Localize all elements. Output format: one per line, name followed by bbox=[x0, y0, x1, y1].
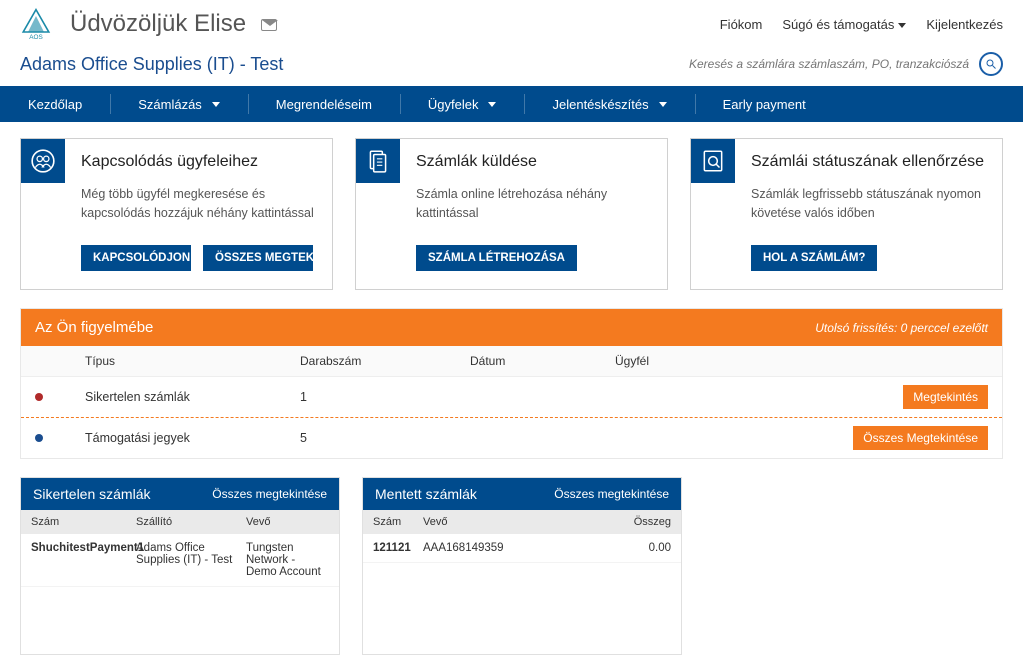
row-count: 5 bbox=[300, 431, 470, 445]
logo: AOS bbox=[20, 8, 52, 40]
widget-failed-cols: Szám Szállító Vevő bbox=[21, 510, 339, 534]
where-is-invoice-button[interactable]: HOL A SZÁMLÁM? bbox=[751, 245, 877, 271]
col-client: Ügyfél bbox=[615, 354, 848, 368]
col-count: Darabszám bbox=[300, 354, 470, 368]
nav-early-label: Early payment bbox=[723, 97, 806, 112]
info-cards: Kapcsolódás ügyfeleihez Még több ügyfél … bbox=[20, 138, 1003, 290]
logout-link[interactable]: Kijelentkezés bbox=[926, 17, 1003, 32]
create-invoice-button[interactable]: SZÁMLA LÉTREHOZÁSA bbox=[416, 245, 577, 271]
row-type: Támogatási jegyek bbox=[85, 431, 300, 445]
card-send-desc: Számla online létrehozása néhány kattint… bbox=[416, 185, 651, 223]
widget-saved-cols: Szám Vevő Összeg bbox=[363, 510, 681, 534]
cell-amount: 0.00 bbox=[611, 542, 671, 554]
main-nav: Kezdőlap Számlázás Megrendeléseim Ügyfel… bbox=[0, 86, 1023, 122]
nav-customers[interactable]: Ügyfelek bbox=[400, 86, 525, 122]
col-num: Szám bbox=[373, 516, 423, 528]
subheader: Adams Office Supplies (IT) - Test bbox=[0, 48, 1023, 86]
nav-reporting[interactable]: Jelentéskészítés bbox=[524, 86, 694, 122]
card-send-title: Számlák küldése bbox=[416, 153, 651, 171]
card-status-desc: Számlák legfrissebb státuszának nyomon k… bbox=[751, 185, 986, 223]
col-buyer: Vevő bbox=[246, 516, 329, 528]
status-dot-icon bbox=[35, 434, 43, 442]
my-account-link[interactable]: Fiókom bbox=[720, 17, 763, 32]
col-num: Szám bbox=[31, 516, 136, 528]
chevron-down-icon bbox=[212, 102, 220, 107]
widget-saved-invoices: Mentett számlák Összes megtekintése Szám… bbox=[362, 477, 682, 655]
status-icon bbox=[691, 139, 735, 183]
widget-failed-invoices: Sikertelen számlák Összes megtekintése S… bbox=[20, 477, 340, 655]
nav-customers-label: Ügyfelek bbox=[428, 97, 479, 112]
attention-row: Sikertelen számlák 1 Megtekintés bbox=[21, 377, 1002, 418]
connect-now-button[interactable]: KAPCSOLÓDJON MOST bbox=[81, 245, 191, 271]
nav-invoicing-label: Számlázás bbox=[138, 97, 202, 112]
invoice-icon bbox=[356, 139, 400, 183]
status-dot-icon bbox=[35, 393, 43, 401]
col-date: Dátum bbox=[470, 354, 615, 368]
chevron-down-icon bbox=[898, 23, 906, 28]
widget-saved-title: Mentett számlák bbox=[375, 486, 477, 502]
help-label: Súgó és támogatás bbox=[782, 17, 894, 32]
cell-num: 121121 bbox=[373, 542, 423, 554]
search-button[interactable] bbox=[979, 52, 1003, 76]
search-input[interactable] bbox=[689, 53, 969, 76]
row-type: Sikertelen számlák bbox=[85, 390, 300, 404]
welcome-text: Üdvözöljük Elise bbox=[70, 10, 277, 38]
nav-orders-label: Megrendeléseim bbox=[276, 97, 372, 112]
col-type: Típus bbox=[85, 354, 300, 368]
view-all-button[interactable]: Összes Megtekintése bbox=[853, 426, 988, 450]
col-supplier: Szállító bbox=[136, 516, 246, 528]
cell-supplier: Adams Office Supplies (IT) - Test bbox=[136, 542, 246, 578]
cell-buyer: Tungsten Network - Demo Account bbox=[246, 542, 329, 578]
attention-updated: Utolsó frissítés: 0 perccel ezelőtt bbox=[815, 321, 988, 335]
mail-icon[interactable] bbox=[261, 19, 277, 31]
nav-reporting-label: Jelentéskészítés bbox=[552, 97, 648, 112]
widget-saved-all-link[interactable]: Összes megtekintése bbox=[554, 487, 669, 501]
search-icon bbox=[985, 58, 997, 70]
view-all-connections-button[interactable]: ÖSSZES MEGTEKINTÉSE bbox=[203, 245, 313, 271]
nav-invoicing[interactable]: Számlázás bbox=[110, 86, 248, 122]
cell-num: ShuchitestPayment1 bbox=[31, 542, 136, 578]
users-icon bbox=[21, 139, 65, 183]
header: AOS Üdvözöljük Elise Fiókom Súgó és támo… bbox=[0, 0, 1023, 48]
widget-failed-all-link[interactable]: Összes megtekintése bbox=[212, 487, 327, 501]
table-row[interactable]: 121121 AAA168149359 0.00 bbox=[363, 534, 681, 563]
table-row[interactable]: ShuchitestPayment1 Adams Office Supplies… bbox=[21, 534, 339, 587]
col-buyer: Vevő bbox=[423, 516, 611, 528]
card-status: Számlái státuszának ellenőrzése Számlák … bbox=[690, 138, 1003, 290]
help-support-link[interactable]: Súgó és támogatás bbox=[782, 17, 906, 32]
card-connect-title: Kapcsolódás ügyfeleihez bbox=[81, 153, 316, 171]
card-connect-desc: Még több ügyfél megkeresése és kapcsolód… bbox=[81, 185, 316, 223]
svg-text:AOS: AOS bbox=[29, 34, 43, 40]
col-amount: Összeg bbox=[611, 516, 671, 528]
attention-row: Támogatási jegyek 5 Összes Megtekintése bbox=[21, 418, 1002, 458]
widgets-row: Sikertelen számlák Összes megtekintése S… bbox=[20, 477, 1003, 655]
view-button[interactable]: Megtekintés bbox=[903, 385, 988, 409]
nav-orders[interactable]: Megrendeléseim bbox=[248, 86, 400, 122]
card-connect: Kapcsolódás ügyfeleihez Még több ügyfél … bbox=[20, 138, 333, 290]
attention-panel: Az Ön figyelmébe Utolsó frissítés: 0 per… bbox=[20, 308, 1003, 459]
nav-home[interactable]: Kezdőlap bbox=[0, 86, 110, 122]
company-name: Adams Office Supplies (IT) - Test bbox=[20, 54, 283, 75]
card-send: Számlák küldése Számla online létrehozás… bbox=[355, 138, 668, 290]
welcome-label: Üdvözöljük Elise bbox=[70, 10, 246, 37]
card-status-title: Számlái státuszának ellenőrzése bbox=[751, 153, 986, 171]
widget-failed-title: Sikertelen számlák bbox=[33, 486, 151, 502]
cell-buyer: AAA168149359 bbox=[423, 542, 611, 554]
attention-header-row: Típus Darabszám Dátum Ügyfél bbox=[21, 346, 1002, 377]
chevron-down-icon bbox=[659, 102, 667, 107]
attention-title: Az Ön figyelmébe bbox=[35, 319, 153, 336]
nav-home-label: Kezdőlap bbox=[28, 97, 82, 112]
row-count: 1 bbox=[300, 390, 470, 404]
header-links: Fiókom Súgó és támogatás Kijelentkezés bbox=[720, 17, 1003, 32]
chevron-down-icon bbox=[488, 102, 496, 107]
nav-early-payment[interactable]: Early payment bbox=[695, 86, 834, 122]
